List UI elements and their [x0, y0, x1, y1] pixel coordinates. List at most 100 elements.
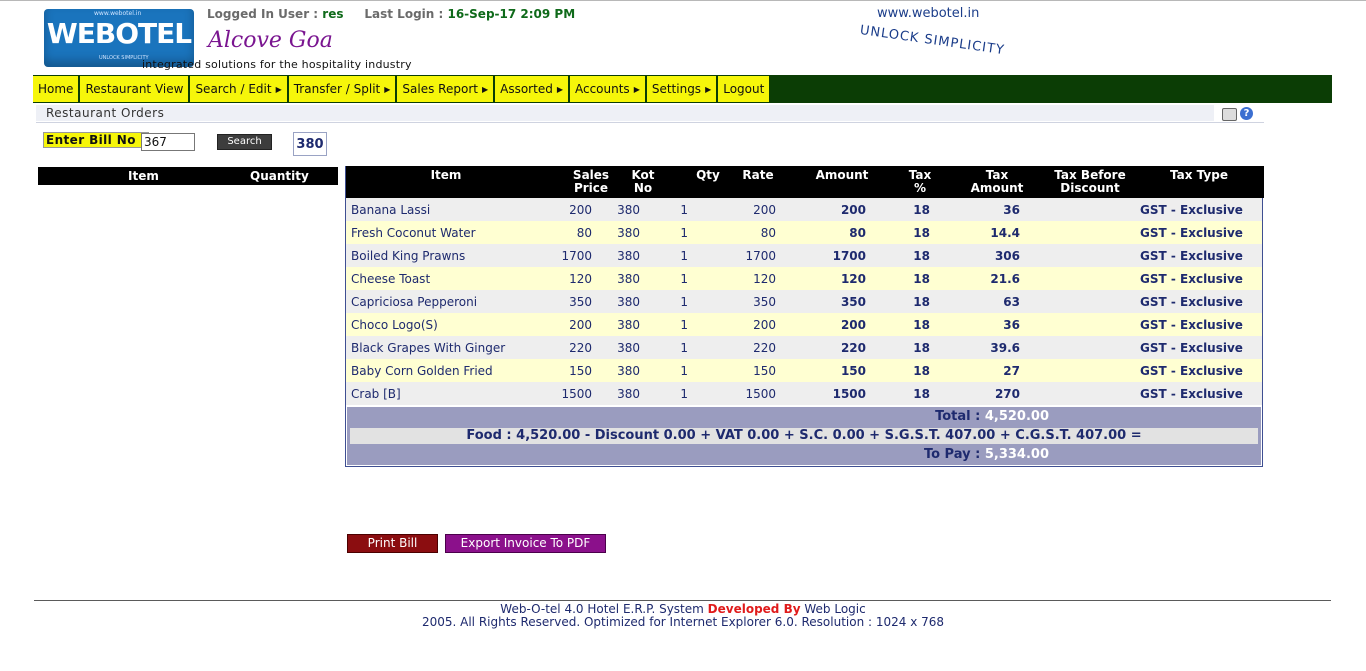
table-row: Black Grapes With Ginger 220 380 1 220 220 18 3… [346, 336, 1262, 359]
topay-label: To Pay : [923, 447, 981, 462]
col-amount: Amount [815, 168, 869, 182]
menu-item-home[interactable]: Home [33, 76, 79, 102]
cell-item[interactable]: Banana Lassi [351, 203, 430, 217]
menu-item-transfer-split[interactable]: Transfer / Split ▶ [288, 76, 396, 102]
cell-rate: 200 [753, 203, 776, 217]
menu-item-assorted[interactable]: Assorted ▶ [495, 76, 568, 102]
cell-item[interactable]: Baby Corn Golden Fried [351, 364, 493, 378]
menu-item-restaurant-view[interactable]: Restaurant View [80, 76, 189, 102]
cell-rate: 150 [753, 364, 776, 378]
cell-qty: 1 [680, 318, 688, 332]
menu-item-sales-report[interactable]: Sales Report ▶ [397, 76, 494, 102]
site-url[interactable]: www.webotel.in [877, 6, 979, 21]
menu-item-label: Search / Edit [195, 82, 272, 96]
cell-amount: 150 [840, 364, 866, 378]
bill-number-badge[interactable]: 380 [293, 132, 327, 156]
cell-type: GST - Exclusive [1140, 364, 1243, 378]
cell-kot: 380 [617, 272, 640, 286]
menu-item-logout[interactable]: Logout [718, 76, 770, 102]
menu-item-label: Assorted [500, 82, 553, 96]
cell-item[interactable]: Boiled King Prawns [351, 249, 465, 263]
cell-rate: 80 [760, 226, 776, 240]
cell-rate: 220 [753, 341, 776, 355]
cell-amount: 220 [840, 341, 866, 355]
cell-tax-amount: 39.6 [990, 341, 1020, 355]
menu-item-label: Restaurant View [85, 82, 184, 96]
table-row: Banana Lassi 200 380 1 200 200 18 36 GST - Exclu… [346, 198, 1262, 221]
main-menu: Home Restaurant View Search / Edit ▶ Transfe… [33, 75, 771, 103]
bill-no-input[interactable] [141, 133, 195, 151]
footer-copyright: 2005. All Rights Reserved. Optimized for… [421, 615, 945, 629]
cell-kot: 380 [617, 387, 640, 401]
submenu-arrow-icon: ▶ [633, 84, 640, 94]
cell-qty: 1 [680, 387, 688, 401]
cell-price: 120 [569, 272, 592, 286]
footer-system: Web-O-tel 4.0 Hotel E.R.P. System [500, 602, 704, 616]
cell-price: 1500 [561, 387, 592, 401]
cell-tax-amount: 306 [994, 249, 1020, 263]
cell-item[interactable]: Choco Logo(S) [351, 318, 438, 332]
cell-amount: 80 [849, 226, 866, 240]
total-line: Total : 4,520.00 [935, 409, 1049, 424]
print-bill-button[interactable]: Print Bill [347, 534, 438, 553]
cell-qty: 1 [680, 295, 688, 309]
menu-item-label: Sales Report [402, 82, 478, 96]
export-pdf-button[interactable]: Export Invoice To PDF [445, 534, 606, 553]
table-row: Baby Corn Golden Fried 150 380 1 150 150 18 27 G… [346, 359, 1262, 382]
table-row: Boiled King Prawns 1700 380 1 1700 1700 18 306 G… [346, 244, 1262, 267]
cell-price: 200 [569, 203, 592, 217]
printer-icon[interactable] [1222, 108, 1237, 121]
cell-type: GST - Exclusive [1140, 341, 1243, 355]
menu-item-settings[interactable]: Settings ▶ [646, 76, 717, 102]
cell-tax: 18 [913, 226, 930, 240]
help-icon[interactable]: ? [1240, 107, 1253, 120]
topay-line: To Pay : 5,334.00 [924, 447, 1049, 462]
cell-tax-amount: 270 [994, 387, 1020, 401]
cell-type: GST - Exclusive [1140, 203, 1243, 217]
menu-item-label: Transfer / Split [293, 82, 381, 96]
footer-company: Web Logic [804, 602, 866, 616]
cell-kot: 380 [617, 295, 640, 309]
col-tax-type: Tax Type [1170, 168, 1228, 182]
col-tax-amount: Tax Amount [970, 168, 1024, 195]
cell-item[interactable]: Black Grapes With Ginger [351, 341, 505, 355]
cell-type: GST - Exclusive [1140, 226, 1243, 240]
cell-amount: 350 [840, 295, 866, 309]
section-title: Restaurant Orders [46, 106, 165, 120]
bill-no-label: Enter Bill No : [43, 132, 149, 148]
cell-qty: 1 [680, 272, 688, 286]
logo-text: WEBOTEL [46, 17, 192, 50]
cell-type: GST - Exclusive [1140, 318, 1243, 332]
footer-developed-by: Developed By [707, 602, 801, 616]
cell-item[interactable]: Crab [B] [351, 387, 401, 401]
cell-type: GST - Exclusive [1140, 295, 1243, 309]
cell-kot: 380 [617, 364, 640, 378]
col-rate: Rate [742, 168, 774, 182]
cell-kot: 380 [617, 249, 640, 263]
cell-item[interactable]: Cheese Toast [351, 272, 430, 286]
table-row: Capriciosa Pepperoni 350 380 1 350 350 18 63 GST… [346, 290, 1262, 313]
col-qty: Qty [696, 168, 720, 182]
submenu-arrow-icon: ▶ [556, 84, 563, 94]
cell-price: 80 [576, 226, 592, 240]
cell-tax: 18 [913, 364, 930, 378]
submenu-arrow-icon: ▶ [384, 84, 391, 94]
bill-items-table: Item Sales Price Kot No Qty Rate Amount … [345, 166, 1264, 467]
table-row: Choco Logo(S) 200 380 1 200 200 18 36 GST - Excl… [346, 313, 1262, 336]
search-button[interactable]: Search [217, 134, 272, 150]
main-menu-bar: Home Restaurant View Search / Edit ▶ Transfe… [33, 75, 1332, 103]
total-value: 4,520.00 [984, 409, 1049, 424]
cell-tax-amount: 36 [1003, 318, 1020, 332]
menu-item-search-edit[interactable]: Search / Edit ▶ [190, 76, 287, 102]
menu-item-label: Settings [651, 82, 702, 96]
cell-item[interactable]: Fresh Coconut Water [351, 226, 476, 240]
footer-divider [34, 600, 1331, 601]
menu-item-accounts[interactable]: Accounts ▶ [569, 76, 645, 102]
cell-item[interactable]: Capriciosa Pepperoni [351, 295, 477, 309]
cell-qty: 1 [680, 249, 688, 263]
cell-tax: 18 [913, 387, 930, 401]
submenu-arrow-icon: ▶ [275, 84, 282, 94]
cell-tax: 18 [913, 272, 930, 286]
last-login-label: Last Login : [364, 7, 444, 21]
login-info: Logged In User : res Last Login : 16-Sep… [207, 7, 575, 21]
